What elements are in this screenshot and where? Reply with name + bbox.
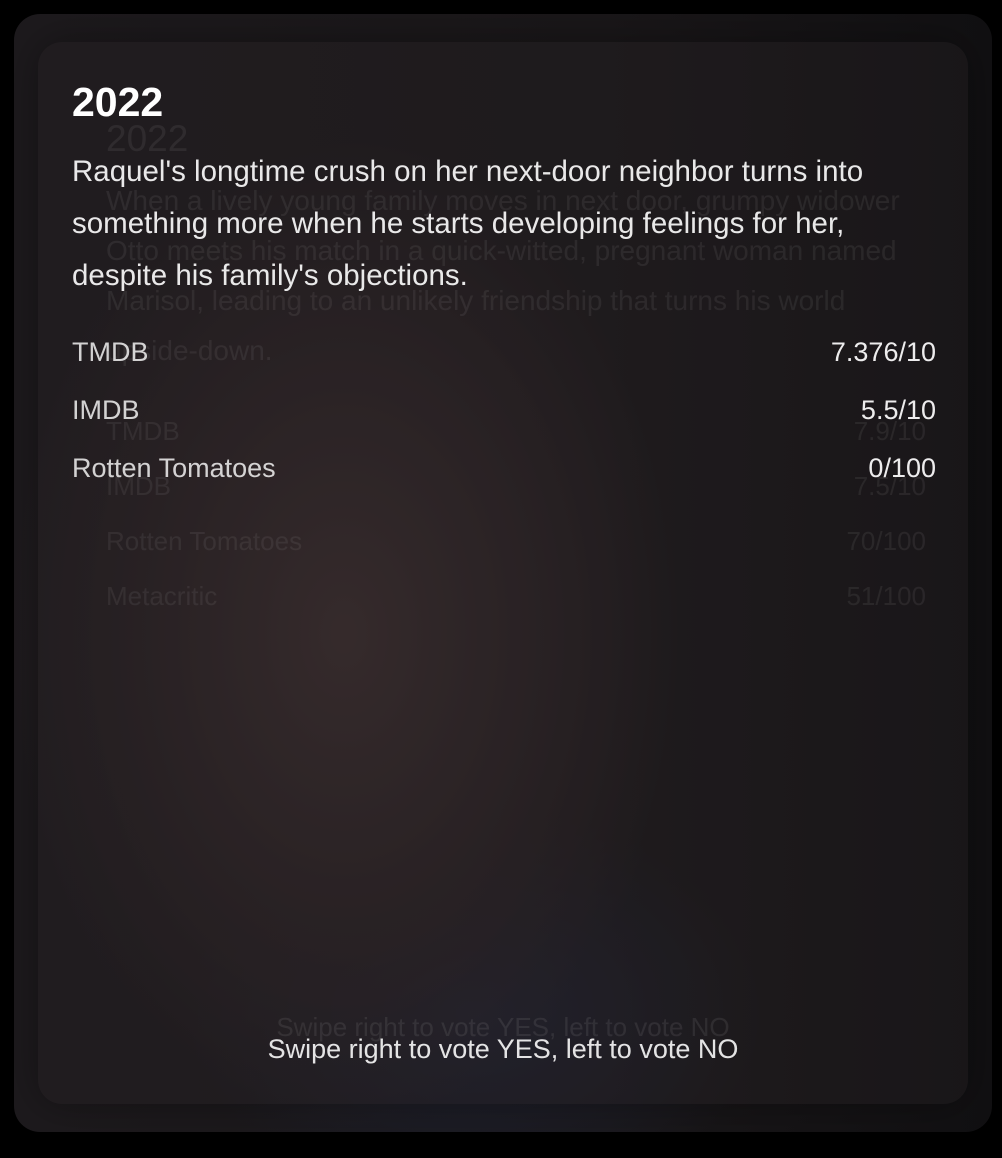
rating-label: TMDB — [72, 337, 149, 367]
rating-label: Rotten Tomatoes — [72, 453, 276, 483]
movie-year: 2022 — [72, 79, 164, 125]
front-movie-card[interactable]: 2022 Raquel's longtime crush on her next… — [38, 42, 968, 1104]
rating-row-rotten-tomatoes: Rotten Tomatoes 0/100 — [72, 445, 936, 503]
rating-label: IMDB — [72, 395, 140, 425]
rating-value: 5.5/10 — [860, 395, 936, 425]
movie-overview: Raquel's longtime crush on her next-door… — [72, 155, 864, 292]
swipe-hint: Swipe right to vote YES, left to vote NO — [267, 1034, 739, 1064]
rating-row-imdb: IMDB 5.5/10 — [72, 387, 936, 445]
app-stage: 2022 When a lively young family moves in… — [0, 0, 1002, 1158]
rating-value: 0/100 — [868, 453, 936, 483]
rating-row-tmdb: TMDB 7.376/10 — [72, 329, 936, 387]
ratings-list: TMDB 7.376/10 IMDB 5.5/10 Rotten Tomatoe… — [72, 329, 936, 503]
rating-value: 7.376/10 — [830, 337, 936, 367]
front-card-content: 2022 Raquel's longtime crush on her next… — [72, 78, 936, 302]
